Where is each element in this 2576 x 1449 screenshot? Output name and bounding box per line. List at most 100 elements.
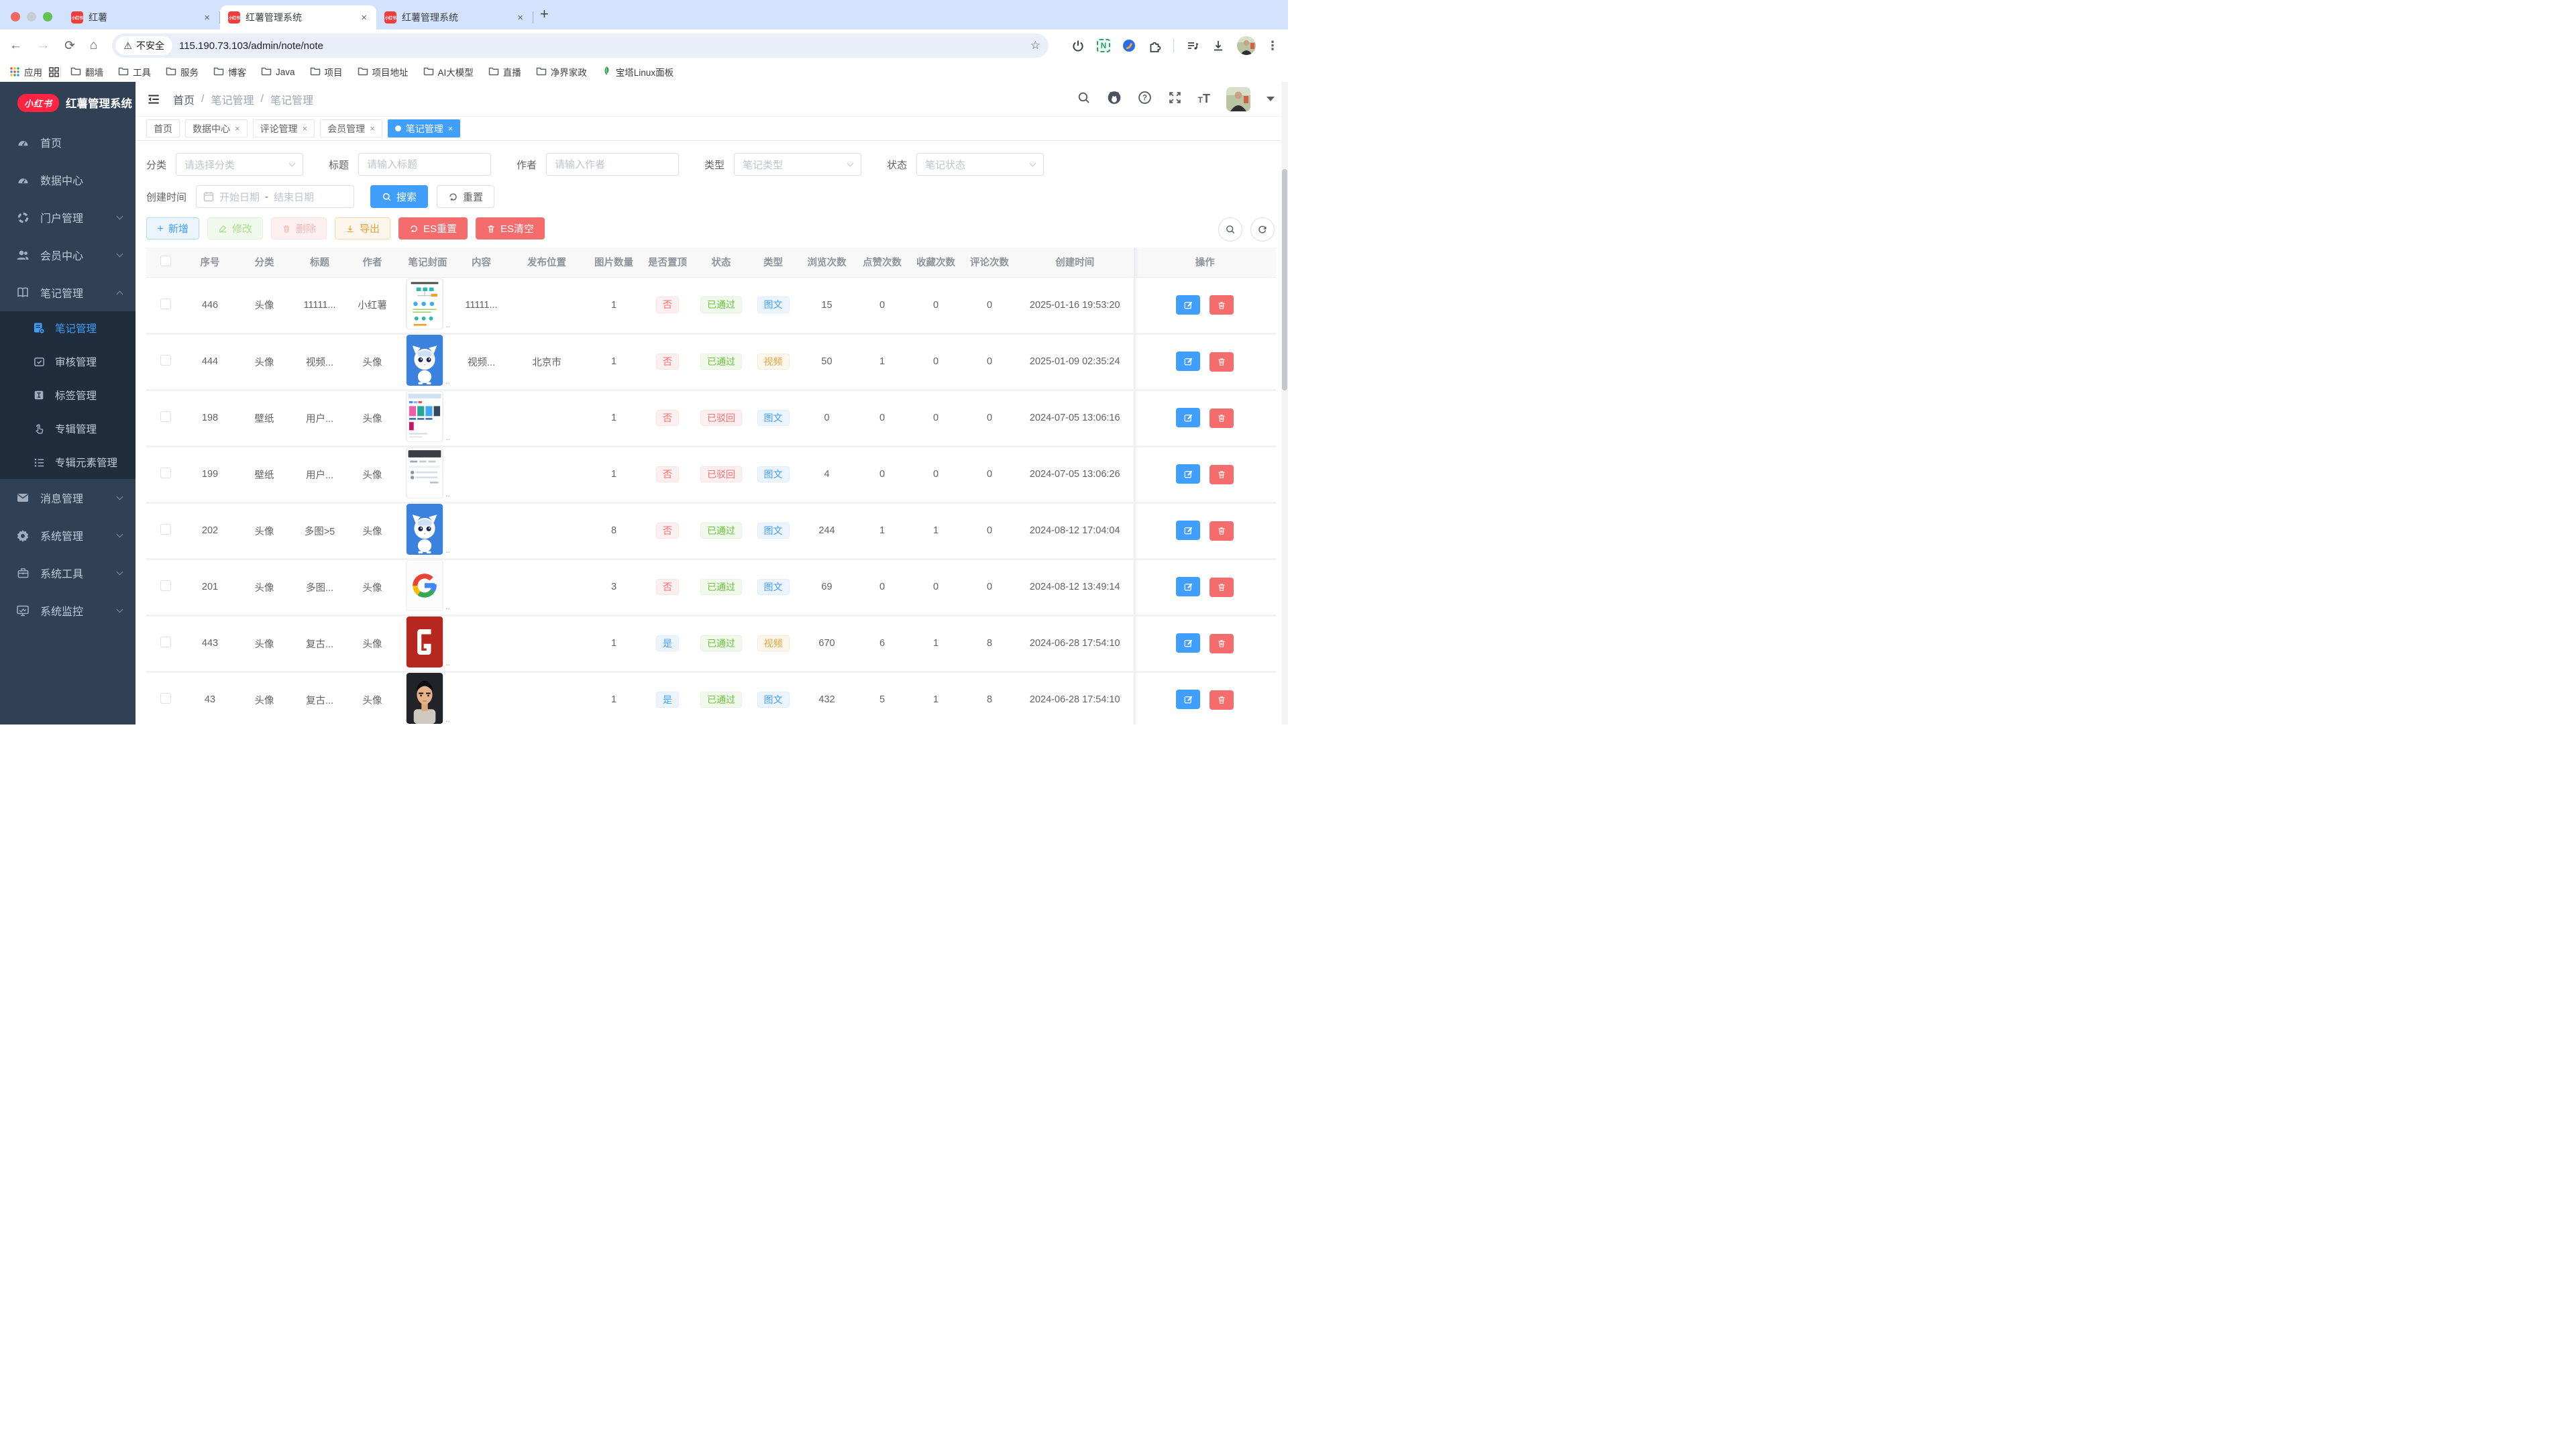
add-button[interactable]: +新增 [146,217,199,239]
bookmark-item[interactable]: 项目 [310,65,343,78]
row-edit-button[interactable] [1176,577,1200,596]
row-edit-button[interactable] [1176,464,1200,484]
sidebar-item-系统工具[interactable]: 系统工具 [0,554,136,592]
sidebar-item-系统管理[interactable]: 系统管理 [0,517,136,554]
bookmark-item[interactable]: 博客 [213,65,246,78]
status-select[interactable]: 笔记状态 [916,153,1044,176]
bookmark-item[interactable]: 服务 [166,65,199,78]
search-icon[interactable] [1077,91,1091,108]
sidebar-item-首页[interactable]: 首页 [0,123,136,161]
type-select[interactable]: 笔记类型 [734,153,861,176]
brush-extension-icon[interactable] [1122,39,1136,52]
home-icon[interactable]: ⌂ [90,38,97,53]
sidebar-item-门户管理[interactable]: 门户管理 [0,199,136,236]
maximize-window-icon[interactable] [43,12,52,21]
apps-shortcut[interactable]: 应用 [9,65,42,78]
row-checkbox[interactable] [160,355,171,366]
row-edit-button[interactable] [1176,690,1200,709]
tab-close-icon[interactable]: × [515,12,526,23]
tag-tab-会员管理[interactable]: 会员管理× [320,119,382,138]
media-playlist-icon[interactable] [1186,39,1199,52]
bookmark-item[interactable]: 项目地址 [358,65,409,78]
note-cover-image-red-g-logo[interactable] [405,616,444,667]
note-cover-image-webpage-dark[interactable] [405,447,444,498]
address-bar[interactable]: ⚠ 不安全 115.190.73.103/admin/note/note ☆ [112,34,1049,58]
row-edit-button[interactable] [1176,295,1200,315]
es-reset-button[interactable]: ES重置 [398,217,468,239]
fullscreen-icon[interactable] [1168,91,1182,108]
tab-close-icon[interactable]: × [201,12,213,23]
row-delete-button[interactable] [1210,578,1234,597]
row-checkbox[interactable] [160,411,171,422]
row-delete-button[interactable] [1210,409,1234,428]
forward-icon[interactable]: → [37,38,50,53]
reset-button[interactable]: 重置 [437,185,494,208]
title-input[interactable] [367,159,482,170]
url-text[interactable]: 115.190.73.103/admin/note/note [179,40,1030,52]
edit-button[interactable]: 修改 [207,217,263,239]
table-refresh-icon[interactable] [1250,217,1275,241]
browser-tab[interactable]: 小红书红薯× [63,5,219,30]
row-edit-button[interactable] [1176,352,1200,371]
search-button[interactable]: 搜索 [370,185,428,208]
bookmark-item[interactable]: Java [261,66,295,78]
bookmark-item[interactable]: 工具 [118,65,151,78]
browser-tab[interactable]: 小红书红薯管理系统× [376,5,533,30]
downloads-icon[interactable] [1212,39,1225,52]
back-icon[interactable]: ← [9,38,22,53]
row-checkbox[interactable] [160,468,171,478]
tag-close-icon[interactable]: × [235,123,240,133]
row-delete-button[interactable] [1210,352,1234,372]
tag-tab-首页[interactable]: 首页 [146,119,180,138]
tab-close-icon[interactable]: × [358,12,370,23]
new-tab-button[interactable]: + [533,5,558,30]
tag-close-icon[interactable]: × [370,123,375,133]
row-delete-button[interactable] [1210,634,1234,653]
export-button[interactable]: 导出 [335,217,390,239]
help-icon[interactable]: ? [1138,91,1152,108]
notes-extension-icon[interactable]: N [1097,39,1110,52]
note-cover-image-flowchart-diagram[interactable] [405,278,444,329]
row-checkbox[interactable] [160,299,171,309]
row-edit-button[interactable] [1176,521,1200,540]
row-delete-button[interactable] [1210,295,1234,315]
note-cover-image-google-logo[interactable] [405,560,444,611]
sidebar-item-消息管理[interactable]: 消息管理 [0,479,136,517]
select-all-checkbox[interactable] [160,256,171,266]
user-menu-caret-icon[interactable] [1267,97,1275,101]
note-cover-image-man-portrait[interactable] [405,673,444,724]
bookmark-item[interactable]: 宝塔Linux面板 [602,65,674,78]
table-search-icon[interactable] [1218,217,1242,241]
security-chip[interactable]: ⚠ 不安全 [115,36,172,55]
power-extension-icon[interactable] [1071,39,1085,52]
sidebar-subitem-审核管理[interactable]: 审核管理 [0,345,136,378]
github-icon[interactable] [1107,90,1122,108]
bookmark-item[interactable]: AI大模型 [423,65,474,78]
sidebar-subitem-标签管理[interactable]: 标签管理 [0,378,136,412]
scrollbar-thumb[interactable] [1282,169,1287,390]
sidebar-item-笔记管理[interactable]: 笔记管理 [0,274,136,311]
browser-tab[interactable]: 小红书红薯管理系统× [220,5,376,30]
sidebar-fold-icon[interactable] [146,92,161,107]
extensions-puzzle-icon[interactable] [1148,39,1161,52]
browser-menu-icon[interactable]: ⋮ [1267,39,1279,53]
sidebar-subitem-专辑管理[interactable]: 专辑管理 [0,412,136,445]
row-checkbox[interactable] [160,693,171,704]
row-delete-button[interactable] [1210,465,1234,484]
tag-tab-数据中心[interactable]: 数据中心× [185,119,248,138]
page-scrollbar[interactable] [1281,82,1288,724]
reload-icon[interactable]: ⟳ [64,38,75,54]
note-cover-image-blue-cat-avatar[interactable] [405,504,444,555]
browser-profile-avatar[interactable] [1237,36,1256,55]
note-cover-image-blue-cat-avatar[interactable] [405,335,444,386]
breadcrumb-item[interactable]: 首页 [173,91,195,107]
es-clear-button[interactable]: ES清空 [476,217,545,239]
tag-close-icon[interactable]: × [303,123,308,133]
sidebar-item-会员中心[interactable]: 会员中心 [0,236,136,274]
date-range-picker[interactable]: 开始日期 - 结束日期 [196,185,354,208]
font-size-icon[interactable]: TT [1198,92,1210,106]
sidebar-item-数据中心[interactable]: 数据中心 [0,161,136,199]
sidebar-item-系统监控[interactable]: 系统监控 [0,592,136,629]
sidebar-subitem-专辑元素管理[interactable]: 专辑元素管理 [0,445,136,479]
note-cover-image-webpage-cards[interactable] [405,391,444,442]
